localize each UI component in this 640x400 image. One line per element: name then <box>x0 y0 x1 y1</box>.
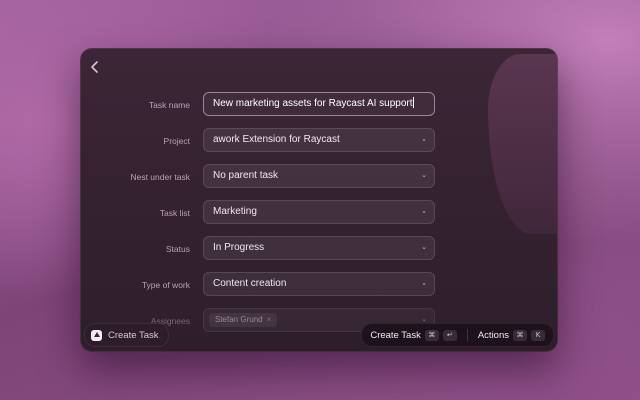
task-list-row: Task list Marketing ⌄ <box>80 200 558 226</box>
cmd-key: ⌘ <box>424 329 439 341</box>
project-value: awork Extension for Raycast <box>213 134 340 145</box>
nest-under-task-row: Nest under task No parent task ⌄ <box>80 164 558 190</box>
k-key: K <box>531 329 545 341</box>
create-task-button[interactable]: Create Task <box>370 330 421 341</box>
chevron-down-icon: ⌄ <box>421 280 427 287</box>
type-of-work-row: Type of work Content creation ⌄ <box>80 272 558 298</box>
assignee-name: Stefan Grund <box>215 315 263 324</box>
enter-key: ↵ <box>442 329 457 341</box>
task-name-value: New marketing assets for Raycast AI supp… <box>213 98 413 109</box>
command-title: Create Task <box>108 329 159 341</box>
chevron-down-icon: ⌄ <box>421 136 427 143</box>
chevron-left-icon <box>91 61 98 73</box>
cmd-key: ⌘ <box>513 329 527 341</box>
project-row: Project awork Extension for Raycast ⌄ <box>80 128 558 154</box>
text-cursor <box>412 97 414 108</box>
nest-under-task-dropdown[interactable]: No parent task ⌄ <box>203 164 435 188</box>
task-list-value: Marketing <box>213 206 257 217</box>
status-value: In Progress <box>213 242 265 253</box>
back-button[interactable] <box>90 60 104 74</box>
status-row: Status In Progress ⌄ <box>80 236 558 262</box>
project-label: Project <box>163 136 190 146</box>
remove-chip-icon[interactable]: × <box>267 315 272 324</box>
type-of-work-dropdown[interactable]: Content creation ⌄ <box>203 272 435 296</box>
divider <box>466 329 468 341</box>
assignee-chip[interactable]: Stefan Grund × <box>209 313 278 327</box>
raycast-window: Task name New marketing assets for Rayca… <box>80 48 558 352</box>
chevron-down-icon: ⌄ <box>421 208 427 215</box>
task-list-label: Task list <box>159 208 190 218</box>
status-label: Status <box>165 244 190 254</box>
action-bar: Create Task ⌘ ↵ Actions ⌘ K <box>361 323 554 347</box>
nest-under-task-value: No parent task <box>213 170 279 181</box>
task-name-label: Task name <box>148 100 190 110</box>
type-of-work-value: Content creation <box>213 278 287 289</box>
nest-under-task-label: Nest under task <box>130 172 190 182</box>
task-name-input[interactable]: New marketing assets for Raycast AI supp… <box>203 92 435 116</box>
chevron-down-icon: ⌄ <box>421 172 427 179</box>
awork-logo-icon <box>91 329 102 341</box>
project-dropdown[interactable]: awork Extension for Raycast ⌄ <box>203 128 435 152</box>
chevron-down-icon: ⌄ <box>421 244 427 251</box>
task-name-row: Task name New marketing assets for Rayca… <box>80 92 558 118</box>
task-list-dropdown[interactable]: Marketing ⌄ <box>203 200 435 224</box>
actions-button[interactable]: Actions <box>478 330 509 341</box>
type-of-work-label: Type of work <box>141 280 190 290</box>
status-dropdown[interactable]: In Progress ⌄ <box>203 236 435 260</box>
command-title-bar: Create Task <box>84 323 169 347</box>
